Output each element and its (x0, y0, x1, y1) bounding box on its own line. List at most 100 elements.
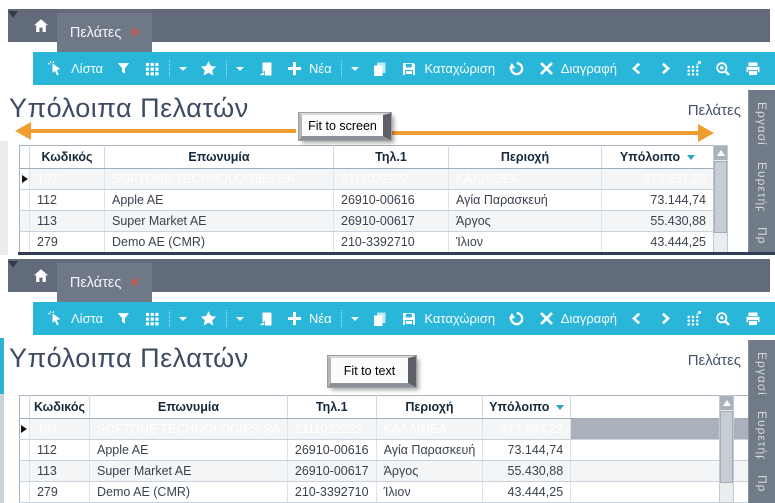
chevron-down-icon[interactable] (179, 67, 187, 71)
column-header[interactable]: Κωδικός (30, 146, 105, 169)
save-button[interactable]: Καταχώριση (401, 311, 495, 327)
home-tab[interactable] (25, 264, 57, 288)
list-mode-button[interactable]: Λίστα (47, 60, 103, 77)
fit-to-text-button[interactable]: Fit to text (328, 356, 416, 387)
row-marker (20, 169, 30, 190)
home-icon (33, 18, 49, 34)
zoom-button[interactable] (715, 61, 731, 77)
table-row[interactable]: 107SOFTONE TECHNOLOGIES SA2111022222ΚΑΛΛ… (20, 419, 775, 440)
next-record-button[interactable] (658, 311, 672, 326)
side-tab-ergasies[interactable]: Εργασίες (755, 352, 769, 395)
favorites-button[interactable] (200, 310, 244, 327)
side-tab-cut[interactable]: Πρ (755, 227, 769, 255)
table-row[interactable]: 279Demo AE (CMR)210-3392710Ίλιον43.444,2… (20, 232, 714, 253)
list-mode-label: Λίστα (71, 311, 103, 326)
tab-pelates[interactable]: Πελάτες × (57, 13, 152, 52)
table-header-row: ΚωδικόςΕπωνυμίαΤηλ.1ΠεριοχήΥπόλοιπο (20, 146, 714, 169)
column-header[interactable]: Επωνυμία (105, 146, 334, 169)
menu-corner-icon[interactable] (8, 261, 18, 268)
scrollbar-thumb[interactable] (720, 411, 733, 483)
next-record-button[interactable] (658, 61, 672, 76)
column-header[interactable]: Κωδικός (29, 396, 89, 419)
layout-button[interactable] (145, 60, 187, 77)
table-cell: 373.937,22 (602, 169, 714, 190)
customers-grid: ΚωδικόςΕπωνυμίαΤηλ.1ΠεριοχήΥπόλοιπο 107S… (19, 145, 714, 253)
chevron-down-icon[interactable] (351, 67, 359, 71)
chevron-down-icon[interactable] (236, 67, 244, 71)
table-cell: 2111022222 (287, 419, 376, 440)
filter-icon (116, 311, 131, 326)
undo-button[interactable] (508, 310, 525, 327)
side-tab-cut[interactable]: Πρ (755, 475, 769, 503)
copy-button[interactable] (372, 311, 388, 327)
undo-button[interactable] (508, 60, 525, 77)
grid-icon (145, 311, 160, 326)
table-row[interactable]: 113Super Market AE26910-00617Άργος55.430… (20, 211, 714, 232)
scroll-up-button[interactable] (714, 146, 727, 160)
column-header[interactable]: Υπόλοιπο (602, 146, 714, 169)
column-header[interactable]: Τηλ.1 (334, 146, 449, 169)
table-row[interactable]: 112Apple AE26910-00616Αγία Παρασκευή73.1… (20, 440, 775, 461)
chevron-down-icon[interactable] (179, 317, 187, 321)
save-button[interactable]: Καταχώριση (401, 61, 495, 77)
save-floppy-icon (401, 61, 417, 77)
tab-close-icon[interactable]: × (130, 275, 139, 290)
chevron-down-icon[interactable] (351, 317, 359, 321)
grid-settings-button[interactable] (685, 310, 702, 327)
screenshot-stage: Πελάτες × Λίστα (0, 0, 775, 503)
table-cell: ΚΑΛΛΙΘΕΑ (376, 419, 483, 440)
column-header[interactable]: Υπόλοιπο (483, 396, 571, 419)
filter-button[interactable] (116, 311, 131, 326)
vertical-scrollbar[interactable] (719, 395, 734, 503)
tab-pelates[interactable]: Πελάτες × (57, 263, 152, 302)
delete-button[interactable]: Διαγραφή (539, 61, 617, 76)
table-cell: Demo AE (CMR) (105, 232, 334, 253)
grid-settings-button[interactable] (685, 60, 702, 77)
table-cell: 210-3392710 (287, 482, 376, 503)
scroll-up-button[interactable] (720, 396, 733, 410)
favorites-button[interactable] (200, 60, 244, 77)
chevron-down-icon[interactable] (236, 317, 244, 321)
selected-row-icon (22, 175, 28, 183)
column-header[interactable]: Περιοχή (376, 396, 483, 419)
separator (341, 310, 342, 327)
table-header: ΚωδικόςΕπωνυμίαΤηλ.1ΠεριοχήΥπόλοιπο (20, 396, 775, 419)
delete-button[interactable]: Διαγραφή (539, 311, 617, 326)
side-tab-evretiria[interactable]: Ευρετήρια (755, 411, 769, 459)
new-record-button[interactable]: Νέα (287, 310, 359, 327)
fit-to-screen-button[interactable]: Fit to screen (299, 113, 391, 140)
print-button[interactable] (745, 311, 761, 327)
separator (169, 60, 170, 77)
side-tab-ergasies[interactable]: Εργασίες (755, 102, 769, 146)
column-header[interactable]: Επωνυμία (89, 396, 287, 419)
export-page-icon (258, 61, 274, 77)
side-tab-evretiria[interactable]: Ευρετήρια (755, 162, 769, 211)
table-row[interactable]: 112Apple AE26910-00616Αγία Παρασκευή73.1… (20, 190, 714, 211)
table-cell: Super Market AE (105, 211, 334, 232)
prev-record-button[interactable] (630, 61, 644, 76)
table-cell: 43.444,25 (483, 482, 571, 503)
print-button[interactable] (745, 61, 761, 77)
table-row[interactable]: 279Demo AE (CMR)210-3392710Ίλιον43.444,2… (20, 482, 775, 503)
table-row[interactable]: 113Super Market AE26910-00617Άργος55.430… (20, 461, 775, 482)
export-button[interactable] (258, 61, 274, 77)
prev-record-button[interactable] (630, 311, 644, 326)
column-header[interactable]: Τηλ.1 (287, 396, 376, 419)
column-header[interactable]: Περιοχή (449, 146, 602, 169)
new-record-button[interactable]: Νέα (287, 60, 359, 77)
vertical-scrollbar[interactable] (713, 145, 728, 255)
table-row[interactable]: 107SOFTONE TECHNOLOGIES SA2111022222ΚΑΛΛ… (20, 169, 714, 190)
filter-button[interactable] (116, 61, 131, 76)
customers-table: ΚωδικόςΕπωνυμίαΤηλ.1ΠεριοχήΥπόλοιπο 107S… (19, 395, 775, 503)
tab-close-icon[interactable]: × (130, 25, 139, 40)
background-window-edge (0, 394, 4, 503)
scrollbar-thumb[interactable] (714, 161, 727, 233)
layout-button[interactable] (145, 310, 187, 327)
zoom-button[interactable] (715, 311, 731, 327)
new-record-label: Νέα (309, 311, 332, 326)
copy-button[interactable] (372, 61, 388, 77)
home-tab[interactable] (25, 14, 57, 38)
menu-corner-icon[interactable] (8, 11, 18, 18)
list-mode-button[interactable]: Λίστα (47, 310, 103, 327)
export-button[interactable] (258, 311, 274, 327)
